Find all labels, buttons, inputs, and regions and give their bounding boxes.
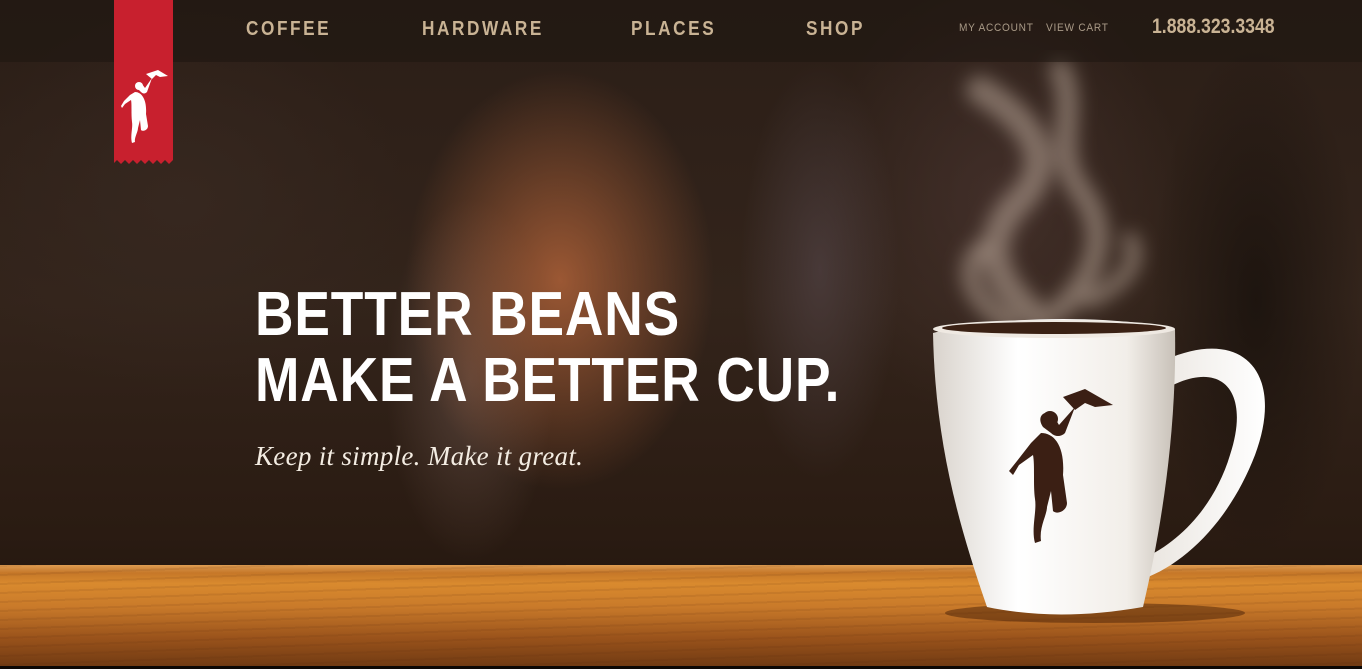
nav-places[interactable]: PLACES <box>631 18 716 41</box>
my-account-link[interactable]: MY ACCOUNT <box>959 22 1034 34</box>
phone-number: 1.888.323.3348 <box>1152 15 1275 38</box>
coffee-mug-icon <box>933 318 1265 623</box>
site-header: COFFEE HARDWARE PLACES SHOP MY ACCOUNT V… <box>0 0 1362 62</box>
nav-coffee[interactable]: COFFEE <box>246 18 331 41</box>
logo-ribbon[interactable] <box>114 0 173 168</box>
page: COFFEE HARDWARE PLACES SHOP MY ACCOUNT V… <box>0 0 1362 669</box>
steam-icon <box>961 59 1142 334</box>
nav-shop[interactable]: SHOP <box>806 18 865 41</box>
hero-tagline: Keep it simple. Make it great. <box>255 441 584 471</box>
nav-hardware[interactable]: HARDWARE <box>422 18 544 41</box>
hero-headline-line1: BETTER BEANS <box>255 280 681 349</box>
hero-headline-line2: MAKE A BETTER CUP. <box>255 346 841 415</box>
view-cart-link[interactable]: VIEW CART <box>1046 22 1109 34</box>
hero-headline: BETTER BEANS MAKE A BETTER CUP. <box>255 282 840 414</box>
